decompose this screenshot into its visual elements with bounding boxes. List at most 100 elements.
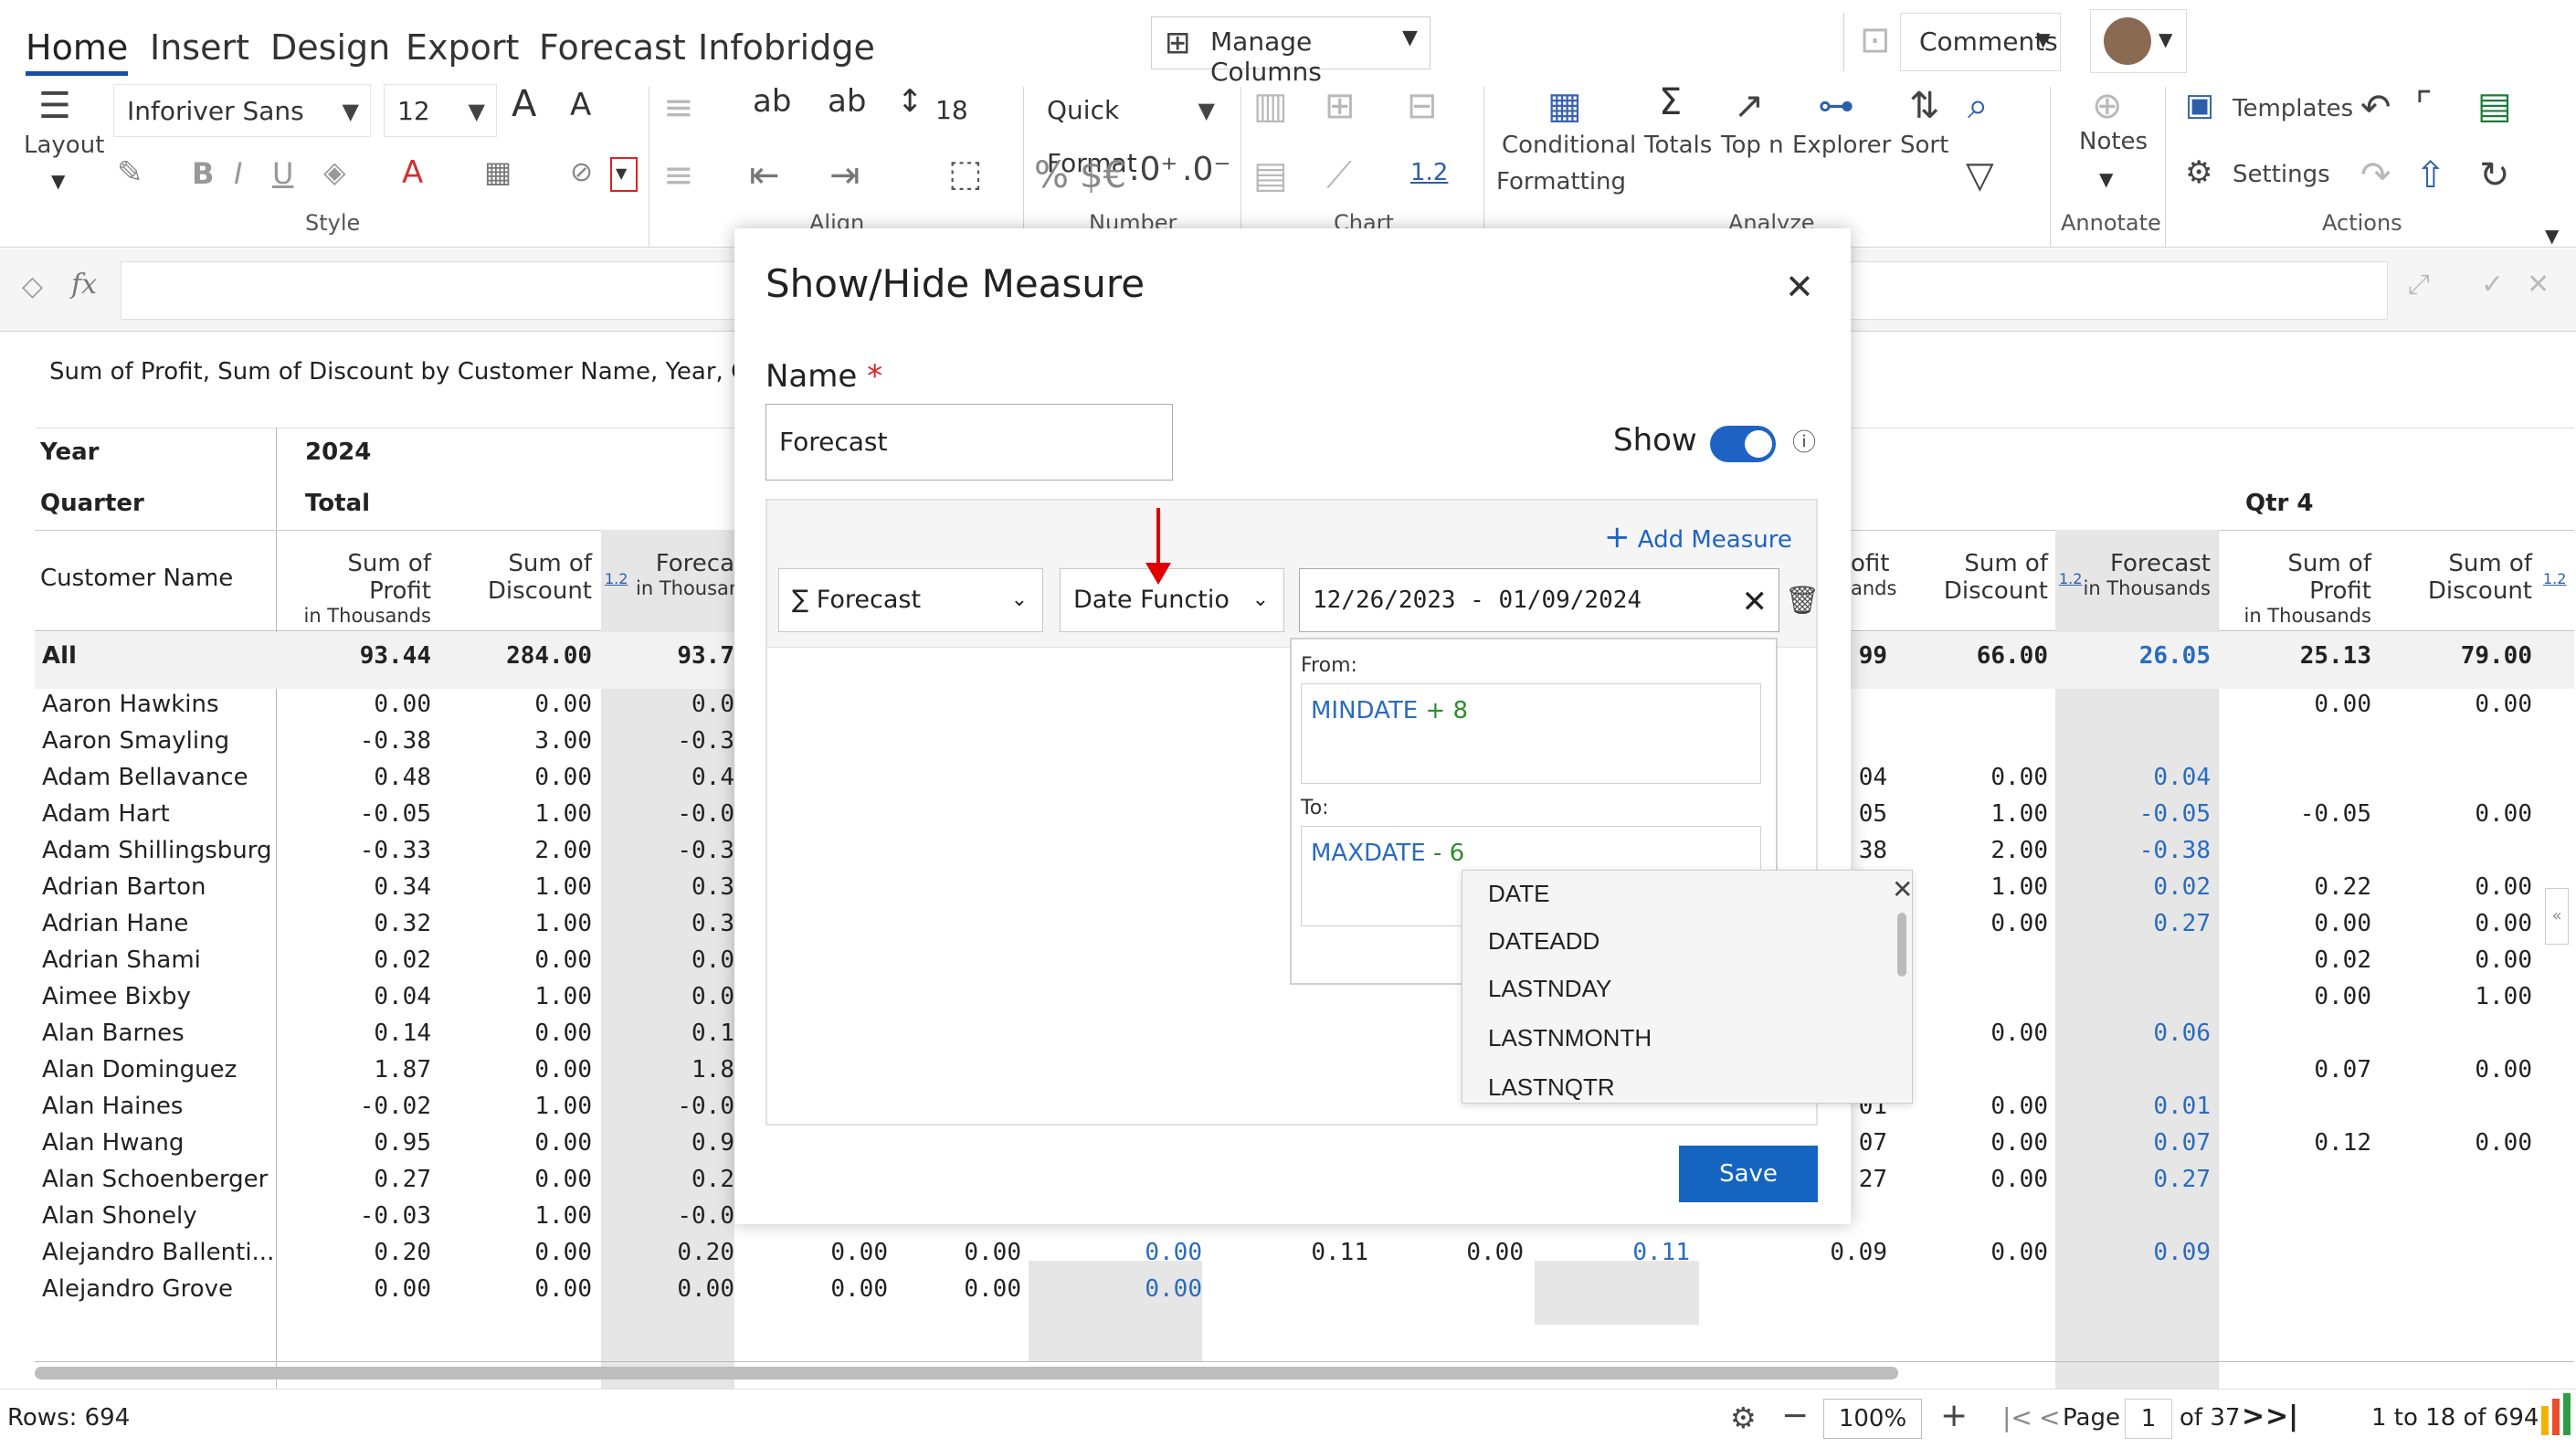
bold-icon[interactable]: B xyxy=(192,159,214,188)
from-expression-input[interactable]: MINDATE + 8 xyxy=(1301,683,1761,784)
col-header-discount[interactable]: Sum of Discount xyxy=(438,550,592,605)
value-cell-r3[interactable]: 0.27 xyxy=(2061,905,2211,942)
notes-icon[interactable]: ⊕ xyxy=(2092,88,2123,124)
quarter-total-header[interactable]: Total xyxy=(305,490,370,517)
value-cell-q2[interactable] xyxy=(2379,759,2532,796)
increase-decimal-icon[interactable]: .0⁺ xyxy=(1129,153,1177,186)
date-range-input[interactable]: 12/26/2023 - 01/09/2024 ✕ xyxy=(1299,568,1779,632)
value-cell-q1[interactable] xyxy=(2225,1234,2371,1271)
value-cell-r3[interactable]: -0.05 xyxy=(2061,796,2211,832)
value-cell-q2[interactable]: 0.00 xyxy=(2379,1052,2532,1088)
cell-size-icon[interactable]: ⬚ xyxy=(948,155,983,192)
value-cell-c2[interactable]: 1.00 xyxy=(438,905,592,942)
format-painter-icon[interactable]: ✎ xyxy=(117,157,143,188)
value-cell-c2[interactable]: 0.00 xyxy=(438,1125,592,1161)
value-cell-q2[interactable]: 79.00 xyxy=(2379,638,2532,674)
tab-infobridge[interactable]: Infobridge xyxy=(698,27,875,68)
value-cell-r3[interactable] xyxy=(2061,942,2211,978)
value-cell-c2[interactable]: 284.00 xyxy=(438,638,592,674)
value-cell-m1[interactable]: 0.00 xyxy=(742,1234,888,1271)
value-cell-c3[interactable]: 0.0 xyxy=(603,686,734,723)
value-cell-r3[interactable] xyxy=(2061,723,2211,759)
value-cell-m3[interactable]: 0.00 xyxy=(1029,1234,1202,1271)
value-cell-r2[interactable] xyxy=(1895,1271,2048,1307)
next-page-icon[interactable]: > xyxy=(2242,1400,2265,1432)
customer-name-cell[interactable]: Aaron Hawkins xyxy=(42,686,280,723)
value-cell-c2[interactable]: 1.00 xyxy=(438,869,592,905)
value-cell-c3[interactable]: 0.1 xyxy=(603,1015,734,1052)
suggestion-date[interactable]: DATE xyxy=(1488,880,1549,908)
customer-name-cell[interactable]: Adam Shillingsburg xyxy=(42,832,280,869)
value-cell-c1[interactable]: -0.02 xyxy=(283,1088,431,1125)
value-cell-r3[interactable]: 26.05 xyxy=(2061,638,2211,674)
expand-icon[interactable]: ⤢ xyxy=(2408,269,2430,301)
value-cell-c1[interactable]: 1.87 xyxy=(283,1052,431,1088)
customer-name-cell[interactable]: Adam Hart xyxy=(42,796,280,832)
value-cell-r3[interactable] xyxy=(2061,1271,2211,1307)
indent-decrease-icon[interactable]: ⇤ xyxy=(749,157,780,194)
zoom-out-button[interactable]: − xyxy=(1781,1397,1809,1434)
conditional-formatting-icon[interactable]: ▦ xyxy=(1547,88,1582,124)
value-cell-q2[interactable]: 0.00 xyxy=(2379,686,2532,723)
value-cell-c3[interactable]: 0.3 xyxy=(603,869,734,905)
value-cell-c1[interactable]: -0.38 xyxy=(283,723,431,759)
customer-name-cell[interactable]: Alan Shonely xyxy=(42,1198,280,1234)
value-cell-c2[interactable]: 2.00 xyxy=(438,832,592,869)
close-suggestions-icon[interactable]: ✕ xyxy=(1892,874,1912,904)
shrink-text-icon[interactable]: ab xyxy=(828,86,866,117)
page-input[interactable]: 1 xyxy=(2125,1399,2172,1439)
suggestion-lastnmonth[interactable]: LASTNMONTH xyxy=(1488,1024,1652,1052)
value-cell-r3[interactable] xyxy=(2061,1052,2211,1088)
customer-name-cell[interactable]: Aaron Smayling xyxy=(42,723,280,759)
customer-name-cell[interactable]: Adrian Shami xyxy=(42,942,280,978)
valign-icon[interactable]: ≡ xyxy=(663,157,694,194)
value-cell-q2[interactable] xyxy=(2379,832,2532,869)
customer-name-cell[interactable]: All xyxy=(42,638,280,674)
value-cell-c1[interactable]: 0.27 xyxy=(283,1161,431,1198)
col-header-profit[interactable]: Sum of Profit in Thousands xyxy=(283,550,431,627)
hide-icon[interactable]: ⊘ xyxy=(570,159,593,186)
totals-icon[interactable]: Σ xyxy=(1659,84,1682,121)
borders-icon[interactable]: ▦ xyxy=(484,157,512,186)
value-cell-r3[interactable]: 0.27 xyxy=(2061,1161,2211,1198)
save-button[interactable]: Save xyxy=(1679,1146,1818,1202)
value-cell-q1[interactable]: 0.07 xyxy=(2225,1052,2371,1088)
fill-color-icon[interactable]: ◈ xyxy=(323,157,346,186)
value-cell-r1[interactable] xyxy=(1736,1271,1887,1307)
value-cell-r2[interactable]: 0.00 xyxy=(1895,1161,2048,1198)
value-cell-r2[interactable]: 2.00 xyxy=(1895,832,2048,869)
font-color-icon[interactable]: A xyxy=(402,157,423,188)
chart-bar-icon[interactable]: ▥ xyxy=(1253,88,1288,124)
value-cell-r2[interactable] xyxy=(1895,1198,2048,1234)
value-cell-q2[interactable] xyxy=(2379,1271,2532,1307)
value-cell-c3[interactable]: 0.2 xyxy=(603,1161,734,1198)
templates-icon[interactable]: ▣ xyxy=(2185,90,2214,121)
font-family-select[interactable]: Inforiver Sans ▼ xyxy=(113,84,371,137)
value-cell-m2[interactable]: 0.00 xyxy=(897,1271,1021,1307)
settings-icon[interactable]: ⚙ xyxy=(2185,157,2212,188)
suggestion-dateadd[interactable]: DATEADD xyxy=(1488,927,1599,956)
value-cell-c2[interactable]: 0.00 xyxy=(438,1161,592,1198)
cancel-icon[interactable]: ✕ xyxy=(2527,269,2550,301)
value-cell-m1[interactable]: 0.00 xyxy=(742,1271,888,1307)
measure-select[interactable]: ∑ Forecast ⌄ xyxy=(778,568,1043,632)
value-cell-c1[interactable]: 0.14 xyxy=(283,1015,431,1052)
suggestion-scrollbar[interactable] xyxy=(1897,913,1906,977)
close-icon[interactable]: ✕ xyxy=(1785,267,1814,307)
fullscreen-icon[interactable]: ⌜ xyxy=(2415,88,2433,124)
value-cell-q1[interactable] xyxy=(2225,1015,2371,1052)
value-cell-r3[interactable] xyxy=(2061,978,2211,1015)
value-cell-q2[interactable]: 0.00 xyxy=(2379,942,2532,978)
value-cell-c2[interactable]: 0.00 xyxy=(438,1015,592,1052)
zoom-input[interactable]: 100% xyxy=(1823,1399,1922,1439)
value-cell-r3[interactable]: 0.04 xyxy=(2061,759,2211,796)
sort-label[interactable]: Sort xyxy=(1900,132,1948,159)
value-cell-c3[interactable]: 0.0 xyxy=(603,978,734,1015)
value-cell-c1[interactable]: 0.00 xyxy=(283,1271,431,1307)
value-cell-q2[interactable] xyxy=(2379,1234,2532,1271)
value-cell-q1[interactable]: 25.13 xyxy=(2225,638,2371,674)
zoom-in-button[interactable]: + xyxy=(1940,1397,1968,1434)
settings-icon[interactable]: ⚙ xyxy=(1730,1400,1757,1435)
value-cell-r2[interactable]: 0.00 xyxy=(1895,1125,2048,1161)
decrease-decimal-icon[interactable]: .0⁻ xyxy=(1182,153,1230,186)
